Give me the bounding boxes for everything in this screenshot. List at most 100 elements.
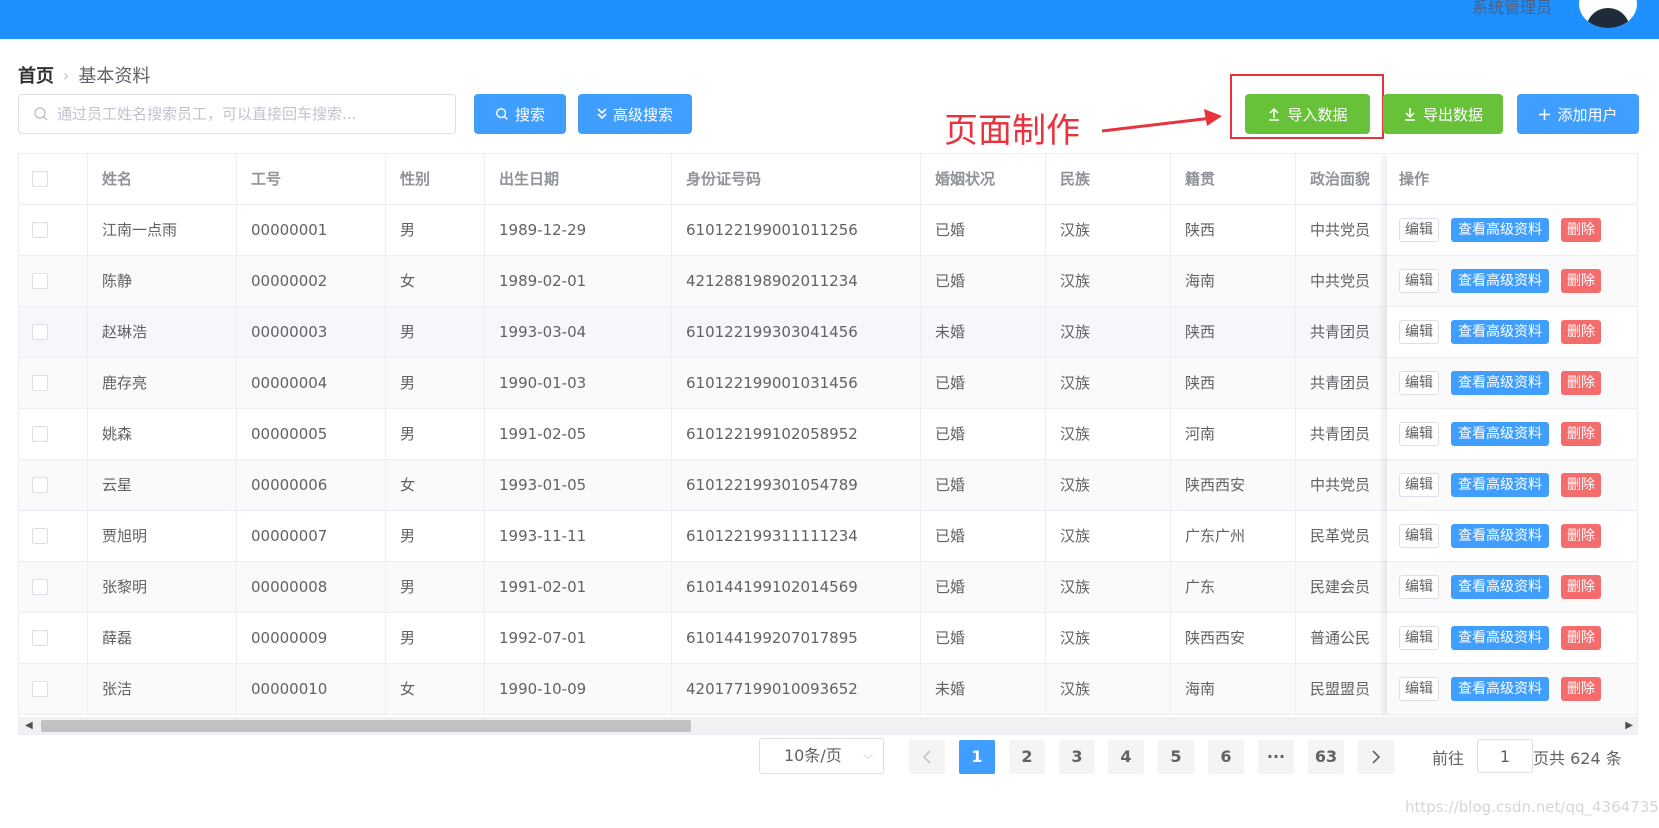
view-advanced-info-button[interactable]: 查看高级资料 bbox=[1451, 269, 1549, 293]
edit-button[interactable]: 编辑 bbox=[1399, 575, 1439, 599]
search-input[interactable] bbox=[57, 101, 447, 127]
view-advanced-info-button[interactable]: 查看高级资料 bbox=[1451, 371, 1549, 395]
delete-button[interactable]: 删除 bbox=[1561, 218, 1601, 242]
username-label[interactable]: 系统管理员 bbox=[1472, 0, 1552, 18]
edit-button[interactable]: 编辑 bbox=[1399, 371, 1439, 395]
delete-button[interactable]: 删除 bbox=[1561, 524, 1601, 548]
edit-button[interactable]: 编辑 bbox=[1399, 626, 1439, 650]
row-checkbox[interactable] bbox=[32, 681, 48, 697]
scroll-left-arrow-icon[interactable]: ◀ bbox=[25, 720, 33, 731]
delete-button[interactable]: 删除 bbox=[1561, 626, 1601, 650]
cell-employee-id: 00000005 bbox=[237, 409, 386, 460]
row-checkbox[interactable] bbox=[32, 528, 48, 544]
cell-native-place: 河南 bbox=[1171, 409, 1296, 460]
delete-button[interactable]: 删除 bbox=[1561, 473, 1601, 497]
cell-id-card: 421288198902011234 bbox=[672, 256, 921, 307]
select-all-checkbox[interactable] bbox=[32, 171, 48, 187]
view-advanced-info-button[interactable]: 查看高级资料 bbox=[1451, 218, 1549, 242]
view-advanced-info-button[interactable]: 查看高级资料 bbox=[1451, 473, 1549, 497]
cell-employee-id: 00000004 bbox=[237, 358, 386, 409]
search-icon bbox=[34, 107, 48, 121]
delete-button[interactable]: 删除 bbox=[1561, 677, 1601, 701]
header-birthday[interactable]: 出生日期 bbox=[485, 154, 672, 205]
page-number-button[interactable]: 1 bbox=[959, 740, 995, 774]
cell-birthday: 1992-07-01 bbox=[485, 613, 672, 664]
cell-nation: 汉族 bbox=[1046, 562, 1171, 613]
goto-page-input[interactable] bbox=[1477, 739, 1533, 773]
cell-birthday: 1993-01-05 bbox=[485, 460, 672, 511]
export-data-button[interactable]: 导出数据 bbox=[1383, 94, 1503, 134]
row-checkbox[interactable] bbox=[32, 477, 48, 493]
cell-native-place: 陕西西安 bbox=[1171, 460, 1296, 511]
add-user-label: 添加用户 bbox=[1557, 106, 1618, 124]
row-actions: 编辑 查看高级资料 删除 bbox=[1387, 511, 1637, 562]
header-marital-status[interactable]: 婚姻状况 bbox=[921, 154, 1046, 205]
chevron-down-icon: ⌵ bbox=[863, 748, 873, 763]
delete-button[interactable]: 删除 bbox=[1561, 371, 1601, 395]
cell-nation: 汉族 bbox=[1046, 307, 1171, 358]
cell-id-card: 610122199303041456 bbox=[672, 307, 921, 358]
cell-gender: 男 bbox=[386, 358, 485, 409]
cell-native-place: 陕西 bbox=[1171, 358, 1296, 409]
horizontal-scrollbar[interactable]: ◀ ▶ bbox=[19, 717, 1637, 734]
import-data-button[interactable]: 导入数据 bbox=[1245, 94, 1370, 134]
row-actions: 编辑 查看高级资料 删除 bbox=[1387, 307, 1637, 358]
page-size-select[interactable]: 10条/页 ⌵ bbox=[759, 738, 884, 774]
page-number-button[interactable]: 4 bbox=[1108, 740, 1144, 774]
cell-name: 姚森 bbox=[88, 409, 237, 460]
edit-button[interactable]: 编辑 bbox=[1399, 218, 1439, 242]
row-checkbox[interactable] bbox=[32, 375, 48, 391]
header-employee-id[interactable]: 工号 bbox=[237, 154, 386, 205]
add-user-button[interactable]: 添加用户 bbox=[1517, 94, 1639, 134]
advanced-search-button[interactable]: 高级搜索 bbox=[578, 94, 692, 134]
page-ellipsis-button[interactable]: ··· bbox=[1258, 740, 1294, 774]
view-advanced-info-button[interactable]: 查看高级资料 bbox=[1451, 320, 1549, 344]
row-checkbox[interactable] bbox=[32, 426, 48, 442]
cell-name: 薛磊 bbox=[88, 613, 237, 664]
view-advanced-info-button[interactable]: 查看高级资料 bbox=[1451, 422, 1549, 446]
cell-nation: 汉族 bbox=[1046, 256, 1171, 307]
search-button[interactable]: 搜索 bbox=[474, 94, 566, 134]
advanced-search-label: 高级搜索 bbox=[612, 106, 673, 124]
row-checkbox[interactable] bbox=[32, 579, 48, 595]
next-page-button[interactable] bbox=[1358, 740, 1394, 774]
header-id-card[interactable]: 身份证号码 bbox=[672, 154, 921, 205]
row-checkbox[interactable] bbox=[32, 273, 48, 289]
row-checkbox[interactable] bbox=[32, 222, 48, 238]
breadcrumb-home[interactable]: 首页 bbox=[18, 62, 54, 88]
page-number-button[interactable]: 6 bbox=[1208, 740, 1244, 774]
delete-button[interactable]: 删除 bbox=[1561, 575, 1601, 599]
delete-button[interactable]: 删除 bbox=[1561, 422, 1601, 446]
annotation-text: 页面制作 bbox=[944, 111, 1080, 151]
view-advanced-info-button[interactable]: 查看高级资料 bbox=[1451, 626, 1549, 650]
scroll-right-arrow-icon[interactable]: ▶ bbox=[1625, 720, 1633, 731]
page-number-button[interactable]: 5 bbox=[1158, 740, 1194, 774]
edit-button[interactable]: 编辑 bbox=[1399, 269, 1439, 293]
goto-prefix: 前往 bbox=[1432, 749, 1465, 768]
scrollbar-thumb[interactable] bbox=[41, 720, 691, 732]
header-name[interactable]: 姓名 bbox=[88, 154, 237, 205]
page-number-button[interactable]: 3 bbox=[1059, 740, 1095, 774]
delete-button[interactable]: 删除 bbox=[1561, 320, 1601, 344]
prev-page-button[interactable] bbox=[909, 740, 945, 774]
page-size-value: 10条/页 bbox=[784, 746, 842, 765]
header-native-place[interactable]: 籍贯 bbox=[1171, 154, 1296, 205]
page-number-button[interactable]: 2 bbox=[1009, 740, 1045, 774]
edit-button[interactable]: 编辑 bbox=[1399, 473, 1439, 497]
edit-button[interactable]: 编辑 bbox=[1399, 422, 1439, 446]
user-avatar[interactable] bbox=[1579, 0, 1637, 28]
cell-employee-id: 00000008 bbox=[237, 562, 386, 613]
row-checkbox[interactable] bbox=[32, 630, 48, 646]
header-gender[interactable]: 性别 bbox=[386, 154, 485, 205]
view-advanced-info-button[interactable]: 查看高级资料 bbox=[1451, 524, 1549, 548]
edit-button[interactable]: 编辑 bbox=[1399, 677, 1439, 701]
view-advanced-info-button[interactable]: 查看高级资料 bbox=[1451, 677, 1549, 701]
row-checkbox[interactable] bbox=[32, 324, 48, 340]
delete-button[interactable]: 删除 bbox=[1561, 269, 1601, 293]
edit-button[interactable]: 编辑 bbox=[1399, 320, 1439, 344]
header-nation[interactable]: 民族 bbox=[1046, 154, 1171, 205]
edit-button[interactable]: 编辑 bbox=[1399, 524, 1439, 548]
cell-gender: 男 bbox=[386, 205, 485, 256]
view-advanced-info-button[interactable]: 查看高级资料 bbox=[1451, 575, 1549, 599]
page-number-button[interactable]: 63 bbox=[1308, 740, 1344, 774]
